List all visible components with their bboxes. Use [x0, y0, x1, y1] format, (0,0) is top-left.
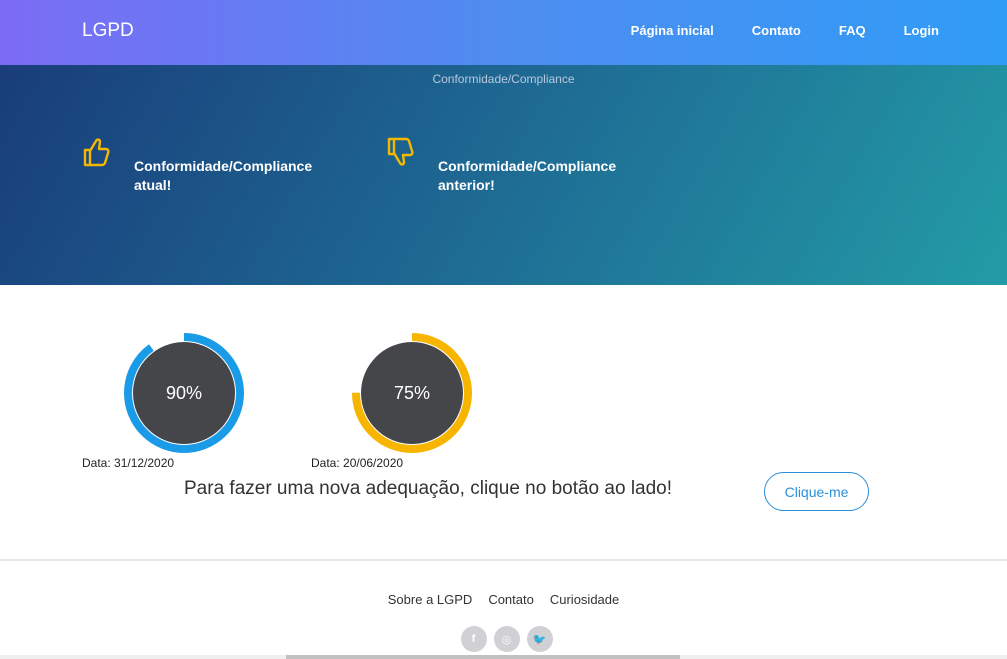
thumbs-down-icon: [386, 135, 416, 169]
gauge-previous-date: Data: 20/06/2020: [311, 456, 404, 470]
gauge-current: 90%: [122, 331, 246, 455]
footer-links: Sobre a LGPD Contato Curiosidade: [0, 592, 1007, 607]
horizontal-scrollbar[interactable]: [0, 655, 1007, 659]
facebook-icon[interactable]: f: [460, 626, 487, 652]
hero-title: Conformidade/Compliance: [432, 72, 575, 86]
gauge-current-value: 90%: [165, 383, 203, 403]
footer-link-curiosity[interactable]: Curiosidade: [550, 592, 619, 607]
nav-link-home[interactable]: Página inicial: [631, 23, 714, 38]
nav-links: Página inicial Contato FAQ Login: [631, 23, 939, 38]
nav-link-faq[interactable]: FAQ: [839, 23, 866, 38]
click-me-button[interactable]: Clique-me: [764, 472, 869, 511]
navbar: LGPD Página inicial Contato FAQ Login: [0, 0, 1007, 65]
footer-divider: [0, 559, 1007, 561]
brand-logo[interactable]: LGPD: [82, 20, 134, 42]
cta-text: Para fazer uma nova adequação, clique no…: [184, 478, 673, 499]
gauge-current-date: Data: 31/12/2020: [82, 456, 175, 470]
thumbs-up-icon: [82, 135, 112, 169]
twitter-icon[interactable]: 🐦: [526, 626, 553, 652]
footer-link-contact[interactable]: Contato: [488, 592, 534, 607]
footer-link-about[interactable]: Sobre a LGPD: [388, 592, 473, 607]
instagram-icon[interactable]: ◎: [493, 626, 520, 652]
hero-section: Conformidade/Compliance Conformidade/Com…: [0, 65, 1007, 285]
compliance-previous-item: Conformidade/Compliance anterior!: [386, 135, 626, 205]
compliance-current-label: Conformidade/Compliance atual!: [134, 158, 313, 193]
social-links: f ◎ 🐦: [0, 626, 1007, 652]
gauge-previous: 75%: [350, 331, 474, 455]
compliance-previous-label: Conformidade/Compliance anterior!: [438, 158, 617, 193]
gauge-previous-value: 75%: [393, 383, 431, 403]
compliance-current-item: Conformidade/Compliance atual!: [82, 135, 322, 205]
scrollbar-thumb[interactable]: [286, 655, 680, 659]
nav-link-contact[interactable]: Contato: [752, 23, 801, 38]
nav-link-login[interactable]: Login: [904, 23, 939, 38]
